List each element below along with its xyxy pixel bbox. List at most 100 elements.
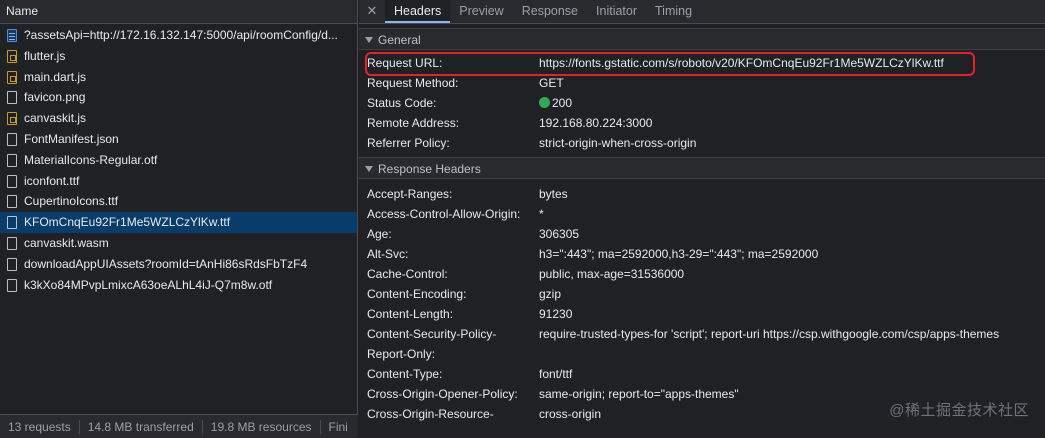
header-value[interactable]: bytes bbox=[539, 184, 568, 204]
header-value[interactable]: 192.168.80.224:3000 bbox=[539, 113, 652, 133]
header-key: Status Code: bbox=[367, 96, 437, 110]
request-list-pane: Name ?assetsApi=http://172.16.132.147:50… bbox=[0, 0, 358, 438]
file-icon bbox=[7, 174, 17, 188]
request-row[interactable]: FontManifest.json bbox=[0, 129, 357, 150]
network-summary-bar: 13 requests 14.8 MB transferred 19.8 MB … bbox=[0, 414, 358, 438]
response-header-row: Content-Security-Policy-require-trusted-… bbox=[359, 324, 1045, 344]
response-headers-section-header[interactable]: Response Headers bbox=[359, 157, 1045, 179]
response-headers-section-title: Response Headers bbox=[378, 162, 481, 176]
request-name: favicon.png bbox=[24, 90, 86, 105]
script-file-icon bbox=[7, 112, 17, 126]
request-name: canvaskit.js bbox=[24, 111, 87, 126]
file-icon bbox=[7, 257, 17, 271]
response-header-row: Content-Type: font/ttf bbox=[359, 364, 1045, 384]
header-key: Cache-Control: bbox=[367, 267, 448, 281]
script-file-icon bbox=[7, 49, 17, 63]
close-icon[interactable]: ✕ bbox=[359, 0, 385, 23]
header-key: Content-Type: bbox=[367, 367, 443, 381]
request-name: flutter.js bbox=[24, 48, 66, 63]
header-value[interactable]: cross-origin bbox=[539, 404, 601, 424]
header-value[interactable]: require-trusted-types-for 'script'; repo… bbox=[539, 324, 999, 344]
header-value[interactable]: font/ttf bbox=[539, 364, 572, 384]
header-key: Content-Security-Policy- bbox=[367, 327, 497, 341]
request-row[interactable]: ?assetsApi=http://172.16.132.147:5000/ap… bbox=[0, 25, 357, 46]
tab-headers[interactable]: Headers bbox=[385, 0, 451, 23]
file-icon bbox=[7, 153, 17, 167]
header-value[interactable]: 306305 bbox=[539, 224, 579, 244]
header-value[interactable]: GET bbox=[539, 73, 564, 93]
status-code-text: 200 bbox=[552, 96, 573, 110]
header-value[interactable]: gzip bbox=[539, 284, 561, 304]
tab-timing[interactable]: Timing bbox=[646, 0, 701, 23]
request-row[interactable]: MaterialIcons-Regular.otf bbox=[0, 150, 357, 171]
collapse-triangle-icon bbox=[365, 37, 373, 43]
collapse-triangle-icon bbox=[365, 166, 373, 172]
response-header-row: Access-Control-Allow-Origin: * bbox=[359, 204, 1045, 224]
request-row[interactable]: canvaskit.js bbox=[0, 108, 357, 129]
tab-initiator[interactable]: Initiator bbox=[587, 0, 646, 23]
general-section-header[interactable]: General bbox=[359, 28, 1045, 50]
general-row: Status Code: 200 bbox=[359, 93, 1045, 113]
details-tab-bar: ✕ Headers Preview Response Initiator Tim… bbox=[359, 0, 1045, 24]
name-column-header[interactable]: Name bbox=[0, 0, 357, 24]
general-row: Referrer Policy: strict-origin-when-cross… bbox=[359, 133, 1045, 153]
header-key: Cross-Origin-Opener-Policy: bbox=[367, 387, 518, 401]
file-icon bbox=[7, 278, 17, 292]
general-row: Remote Address: 192.168.80.224:3000 bbox=[359, 113, 1045, 133]
response-header-row: Report-Only: bbox=[359, 344, 1045, 364]
general-row: Request URL: https://fonts.gstatic.com/s/… bbox=[359, 53, 1045, 73]
tab-preview[interactable]: Preview bbox=[450, 0, 512, 23]
request-name: downloadAppUIAssets?roomId=tAnHi86sRdsFb… bbox=[24, 256, 308, 271]
header-value[interactable]: 91230 bbox=[539, 304, 572, 324]
resources-size: 19.8 MB resources bbox=[203, 419, 321, 434]
request-name: iconfont.ttf bbox=[24, 173, 80, 188]
header-key: Request Method: bbox=[367, 76, 459, 90]
request-name: CupertinoIcons.ttf bbox=[24, 194, 119, 209]
general-row: Request Method: GET bbox=[359, 73, 1045, 93]
header-value[interactable]: public, max-age=31536000 bbox=[539, 264, 684, 284]
header-value[interactable]: strict-origin-when-cross-origin bbox=[539, 133, 696, 153]
header-key: Alt-Svc: bbox=[367, 247, 409, 261]
script-file-icon bbox=[7, 70, 17, 84]
response-header-row: Cache-Control: public, max-age=31536000 bbox=[359, 264, 1045, 284]
response-header-row: Content-Encoding: gzip bbox=[359, 284, 1045, 304]
header-key: Accept-Ranges: bbox=[367, 187, 453, 201]
watermark: @稀土掘金技术社区 bbox=[889, 402, 1029, 419]
header-key: Content-Encoding: bbox=[367, 287, 467, 301]
response-header-row: Alt-Svc: h3=":443"; ma=2592000,h3-29=":44… bbox=[359, 244, 1045, 264]
header-value[interactable]: * bbox=[539, 204, 544, 224]
finish-time: Fini bbox=[328, 419, 348, 434]
response-header-row: Content-Length: 91230 bbox=[359, 304, 1045, 324]
request-name: k3kXo84MPvpLmixcA63oeALhL4iJ-Q7m8w.otf bbox=[24, 277, 273, 292]
request-name: ?assetsApi=http://172.16.132.147:5000/ap… bbox=[24, 28, 338, 42]
file-icon bbox=[7, 195, 17, 209]
header-value[interactable]: 200 bbox=[539, 93, 572, 113]
header-key: Request URL: bbox=[367, 56, 443, 70]
request-row[interactable]: k3kXo84MPvpLmixcA63oeALhL4iJ-Q7m8w.otf bbox=[0, 275, 357, 296]
transferred-size: 14.8 MB transferred bbox=[80, 419, 203, 434]
request-row[interactable]: canvaskit.wasm bbox=[0, 233, 357, 254]
request-row[interactable]: flutter.js bbox=[0, 46, 357, 67]
header-key: Cross-Origin-Resource- bbox=[367, 407, 494, 421]
header-value[interactable]: https://fonts.gstatic.com/s/roboto/v20/K… bbox=[539, 53, 944, 73]
request-name: KFOmCnqEu92Fr1Me5WZLCzYlKw.ttf bbox=[24, 215, 231, 230]
request-name: MaterialIcons-Regular.otf bbox=[24, 152, 158, 167]
header-key: Age: bbox=[367, 227, 392, 241]
request-row[interactable]: downloadAppUIAssets?roomId=tAnHi86sRdsFb… bbox=[0, 254, 357, 275]
request-details-pane: ✕ Headers Preview Response Initiator Tim… bbox=[359, 0, 1045, 438]
request-name: FontManifest.json bbox=[24, 131, 119, 146]
file-icon bbox=[7, 236, 17, 250]
tab-response[interactable]: Response bbox=[513, 0, 587, 23]
general-rows: Request URL: https://fonts.gstatic.com/s/… bbox=[359, 50, 1045, 153]
request-row[interactable]: main.dart.js bbox=[0, 67, 357, 88]
request-row[interactable]: favicon.png bbox=[0, 87, 357, 108]
request-row[interactable]: KFOmCnqEu92Fr1Me5WZLCzYlKw.ttf bbox=[0, 212, 357, 233]
request-row[interactable]: CupertinoIcons.ttf bbox=[0, 191, 357, 212]
file-icon bbox=[7, 91, 17, 105]
header-value[interactable]: h3=":443"; ma=2592000,h3-29=":443"; ma=2… bbox=[539, 244, 818, 264]
header-key: Remote Address: bbox=[367, 116, 460, 130]
request-row[interactable]: iconfont.ttf bbox=[0, 171, 357, 192]
header-value[interactable]: same-origin; report-to="apps-themes" bbox=[539, 384, 739, 404]
header-key: Access-Control-Allow-Origin: bbox=[367, 207, 521, 221]
status-ok-icon bbox=[539, 97, 550, 108]
